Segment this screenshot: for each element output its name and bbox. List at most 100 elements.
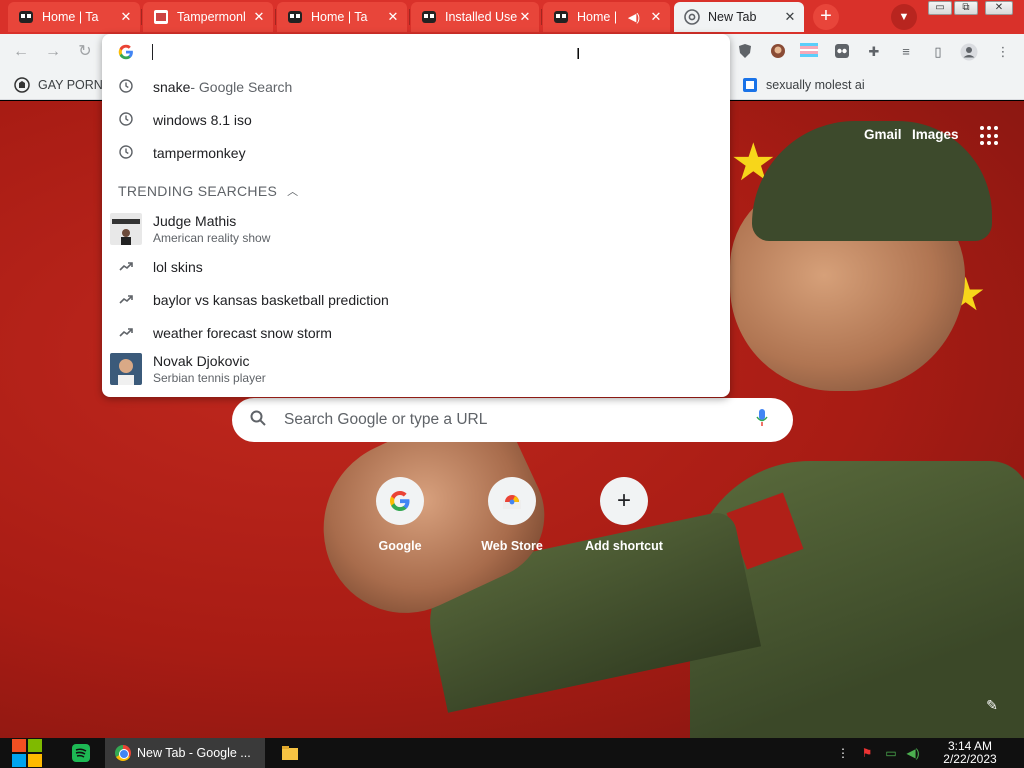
shortcut-google[interactable]: Google <box>344 477 456 553</box>
back-icon[interactable]: ← <box>12 43 30 61</box>
bookmark-favicon-icon <box>14 77 30 93</box>
trending-title: Judge Mathis <box>153 213 237 229</box>
voice-search-icon[interactable] <box>747 408 777 432</box>
bookmark-item[interactable]: GAY PORN <box>14 76 103 94</box>
tab-favicon-icon <box>554 11 568 23</box>
tab-favicon-icon <box>288 11 302 23</box>
tab-title: Installed Use <box>445 10 517 24</box>
add-shortcut-button[interactable]: + Add shortcut <box>568 477 680 553</box>
tab-separator <box>141 9 142 25</box>
trending-searches-header[interactable]: TRENDING SEARCHES ︿ <box>118 183 298 199</box>
more-menu-icon[interactable]: ⋮ <box>994 43 1012 61</box>
tab-separator <box>409 9 410 25</box>
new-tab-button[interactable]: + <box>813 4 839 30</box>
tab-close-icon[interactable]: ✕ <box>517 9 533 25</box>
file-explorer-icon[interactable] <box>280 743 300 763</box>
tab-favicon-icon <box>19 11 33 23</box>
profile-icon[interactable] <box>960 43 978 61</box>
tab-tampermonkey[interactable]: Tampermonl ✕ <box>143 2 273 32</box>
ntp-search-input[interactable] <box>284 411 747 429</box>
trending-up-icon <box>118 325 134 341</box>
tab-search-button[interactable]: ▼ <box>891 4 917 30</box>
trending-title: Novak Djokovic <box>153 353 250 369</box>
shortcut-label: Google <box>378 539 422 553</box>
reading-list-icon[interactable]: ≡ <box>897 43 915 61</box>
audio-playing-icon[interactable]: ◀) <box>628 11 640 24</box>
puzzle-extensions-icon[interactable]: ✚ <box>865 43 883 61</box>
trending-row-entity[interactable]: Novak Djokovic Serbian tennis player <box>102 349 730 389</box>
suggestion-row[interactable]: snake - Google Search <box>102 70 730 103</box>
bookmark-item[interactable]: sexually molest ai <box>742 76 865 94</box>
tab-home-2[interactable]: Home | Ta ✕ <box>277 2 407 32</box>
tray-overflow-icon[interactable]: ⋮ <box>836 746 850 760</box>
tab-home-1[interactable]: Home | Ta ✕ <box>8 2 140 32</box>
action-center-flag-icon[interactable]: ⚑ <box>860 746 874 760</box>
tab-new-tab[interactable]: New Tab ✕ <box>674 2 804 32</box>
tab-separator <box>541 9 542 25</box>
omnibox[interactable] <box>102 34 730 70</box>
tab-close-icon[interactable]: ✕ <box>251 9 267 25</box>
chrome-taskbar-button[interactable]: New Tab - Google ... <box>105 738 265 768</box>
tab-close-icon[interactable]: ✕ <box>648 9 664 25</box>
avatar-extension-icon[interactable] <box>769 43 787 61</box>
spotify-taskbar-icon[interactable] <box>71 743 91 763</box>
trending-subtitle: Serbian tennis player <box>153 371 266 385</box>
gmail-link[interactable]: Gmail <box>864 127 902 142</box>
suggestion-text: snake <box>153 78 191 95</box>
tab-title: Home | Ta <box>311 10 368 24</box>
trending-row[interactable]: weather forecast snow storm <box>102 316 730 349</box>
suggestion-subtext: - Google Search <box>190 78 293 95</box>
close-window-button[interactable]: ✕ <box>985 1 1013 15</box>
history-icon <box>118 144 134 161</box>
minimize-button[interactable]: ▭ <box>928 1 952 15</box>
novak-djokovic-thumbnail-icon <box>110 353 142 385</box>
trending-row[interactable]: baylor vs kansas basketball prediction <box>102 283 730 316</box>
chevron-up-icon[interactable]: ︿ <box>287 183 298 199</box>
tampermonkey-extension-icon[interactable] <box>833 43 851 61</box>
bookmark-label: GAY PORN <box>38 78 103 92</box>
images-link[interactable]: Images <box>912 127 959 142</box>
tab-installed-userscripts[interactable]: Installed Use ✕ <box>411 2 539 32</box>
suggestion-text: windows 8.1 iso <box>153 111 252 128</box>
tab-title: Home | <box>577 10 618 24</box>
clock-date: 2/22/2023 <box>943 752 997 766</box>
customize-pencil-icon[interactable]: ✎ <box>982 697 1002 717</box>
trending-row-entity[interactable]: Judge Mathis American reality show <box>102 209 730 249</box>
restore-button[interactable]: ⧉ <box>954 1 978 15</box>
side-panel-icon[interactable]: ▯ <box>929 43 947 61</box>
tab-favicon-icon <box>422 11 436 23</box>
bookmark-favicon-icon <box>743 78 757 92</box>
text-cursor-icon: I <box>576 46 581 63</box>
tab-close-icon[interactable]: ✕ <box>118 9 134 25</box>
tab-close-icon[interactable]: ✕ <box>782 9 798 25</box>
system-clock[interactable]: 3:14 AM 2/22/2023 <box>935 740 1005 766</box>
trending-up-icon <box>118 259 134 275</box>
tab-title: Tampermonl <box>177 10 246 24</box>
windows-start-icon[interactable] <box>10 738 44 768</box>
reload-icon[interactable]: ↻ <box>76 43 94 61</box>
trending-up-icon <box>118 292 134 308</box>
tab-title: Home | Ta <box>42 10 99 24</box>
google-apps-icon[interactable] <box>980 126 1000 146</box>
omnibox-dropdown: snake - Google Search windows 8.1 iso ta… <box>102 34 730 397</box>
suggestion-row[interactable]: tampermonkey <box>102 136 730 169</box>
trending-row[interactable]: lol skins <box>102 250 730 283</box>
suggestion-text: tampermonkey <box>153 144 246 161</box>
ublock-extension-icon[interactable] <box>736 43 754 61</box>
pride-flag-extension-icon[interactable] <box>800 43 818 61</box>
judge-mathis-thumbnail-icon <box>110 213 142 245</box>
google-g-icon <box>118 44 133 60</box>
bookmark-label: sexually molest ai <box>766 78 865 92</box>
history-icon <box>118 111 134 128</box>
shortcut-web-store[interactable]: Web Store <box>456 477 568 553</box>
network-icon[interactable]: ▭ <box>884 746 898 760</box>
volume-icon[interactable]: ◀) <box>906 746 920 760</box>
trending-title: lol skins <box>153 258 203 275</box>
ntp-search-box[interactable] <box>232 398 793 442</box>
tab-home-3[interactable]: Home | ◀) ✕ <box>543 2 670 32</box>
suggestion-row[interactable]: windows 8.1 iso <box>102 103 730 136</box>
tab-close-icon[interactable]: ✕ <box>385 9 401 25</box>
tab-favicon-icon <box>154 10 168 24</box>
web-store-icon <box>488 477 536 525</box>
forward-icon[interactable]: → <box>44 43 62 61</box>
